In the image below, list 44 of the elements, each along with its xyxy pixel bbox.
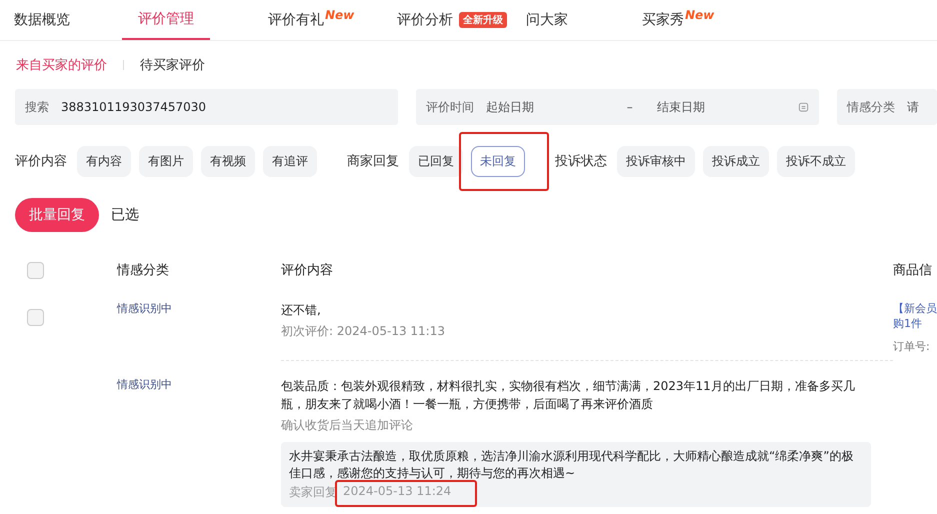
order-label: 订单号: bbox=[893, 339, 931, 354]
product-link[interactable]: 【新会员 bbox=[893, 301, 937, 316]
filter-label: 投诉状态 bbox=[555, 153, 607, 170]
filter-chip[interactable]: 有追评 bbox=[263, 146, 317, 176]
review-text: 还不错, bbox=[281, 302, 322, 319]
row-checkbox[interactable] bbox=[26, 309, 44, 326]
sentiment-status: 情感识别中 bbox=[117, 302, 172, 315]
column-header: 情感分类 bbox=[117, 263, 169, 278]
reply-text: 水井宴秉承古法酿造，取优质原粮，选洁净川渝水源利用现代科学配比，大师精心酿造成就“绵柔净爽”的极佳口感，感谢您的支持与认可，期待与您的再次相遇~ bbox=[289, 448, 854, 482]
sentiment-status: 情感识别中 bbox=[117, 378, 172, 391]
date-range-field[interactable]: 评价时间 起始日期 – 结束日期 bbox=[416, 89, 819, 125]
column-header: 商品信 bbox=[893, 263, 932, 278]
nav-tab[interactable]: 评价分析 全新升级 bbox=[397, 0, 526, 40]
nav-tab[interactable]: 数据概览 bbox=[14, 0, 122, 40]
sub-tab[interactable]: 待买家评价 bbox=[140, 56, 205, 74]
filter-chip[interactable]: 已回复 bbox=[409, 146, 463, 176]
sub-tab[interactable]: 来自买家的评价 bbox=[16, 56, 107, 74]
filter-label: 商家回复 bbox=[347, 153, 399, 170]
sentiment-select[interactable]: 情感分类 请 bbox=[837, 89, 937, 125]
batch-reply-button[interactable]: 批量回复 bbox=[15, 198, 99, 232]
reply-label: 卖家回复 bbox=[289, 484, 337, 501]
column-header: 评价内容 bbox=[281, 263, 333, 278]
filter-chip[interactable]: 有视频 bbox=[201, 146, 255, 176]
new-label: New bbox=[685, 8, 714, 22]
search-field[interactable]: 搜索 3883101193037457030 bbox=[15, 89, 398, 125]
select-all-checkbox[interactable] bbox=[26, 262, 44, 278]
filter-chip[interactable]: 投诉成立 bbox=[703, 146, 769, 176]
calendar-icon bbox=[798, 101, 809, 113]
product-link[interactable]: 购1件 bbox=[893, 316, 937, 331]
filter-label: 评价内容 bbox=[15, 153, 67, 170]
upgrade-badge: 全新升级 bbox=[459, 12, 507, 28]
selected-count: 已选 bbox=[111, 206, 139, 224]
review-text: 包装品质：包装外观很精致，材料很扎实，实物很有档次，细节满满，2023年11月的出厂日期，准备多买几瓶，朋友来了就喝小酒！一餐一瓶，方便携带，后面喝了再来评价酒质 bbox=[281, 378, 856, 413]
filter-chip[interactable]: 有内容 bbox=[77, 146, 131, 176]
filter-chip[interactable]: 投诉审核中 bbox=[617, 146, 695, 176]
new-label: New bbox=[325, 8, 354, 22]
filter-chip[interactable]: 投诉不成立 bbox=[777, 146, 855, 176]
filter-chip[interactable]: 未回复 bbox=[471, 146, 525, 176]
reply-time: 2024-05-13 11:24 bbox=[343, 484, 452, 498]
review-time: 确认收货后当天追加评论 bbox=[281, 417, 414, 434]
review-time: 初次评价: 2024-05-13 11:13 bbox=[281, 323, 446, 340]
filter-chip[interactable]: 有图片 bbox=[139, 146, 193, 176]
nav-tab[interactable]: 问大家 bbox=[526, 0, 642, 40]
nav-tab[interactable]: 评价管理 bbox=[122, 0, 210, 40]
